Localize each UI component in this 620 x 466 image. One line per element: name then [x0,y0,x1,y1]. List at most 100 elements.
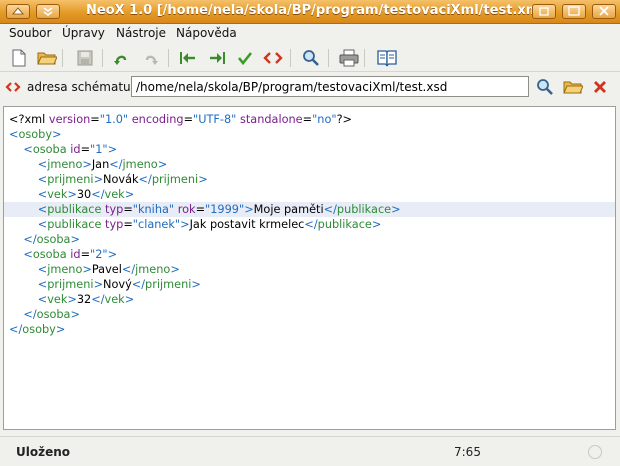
schema-path-input[interactable] [131,76,529,97]
token-br: > [93,173,104,186]
token-text: = [80,143,91,156]
token-name: jmeno [122,158,158,171]
token-text: Novák [103,173,139,186]
token-br: </ [91,188,105,201]
token-br: < [37,218,48,231]
app-window: NeoX 1.0 [/home/nela/skola/BP/program/te… [0,0,620,466]
token-val: "kniha" [132,203,175,216]
token-name: prijmeni [47,278,94,291]
token-val: "UTF-8" [193,113,237,126]
open-button[interactable] [36,47,58,69]
editor-line[interactable]: </osoba> [4,232,615,247]
editor-line[interactable]: <jmeno>Pavel</jmeno> [4,262,615,277]
editor-line[interactable]: <osoba id="1"> [4,142,615,157]
editor-line[interactable]: <prijmeni>Nový</prijmeni> [4,277,615,292]
token-br: < [37,203,48,216]
print-button[interactable] [338,47,360,69]
editor-line[interactable]: <publikace typ="clanek">Jak postavit krm… [4,217,615,232]
token-br: </ [23,308,37,321]
token-br: </ [91,293,105,306]
menu-soubor[interactable]: Soubor [9,26,51,40]
token-name: publikace [336,203,392,216]
status-bar: Uloženo 7:65 [0,436,620,466]
indent-right-button[interactable] [206,47,228,69]
token-br: </ [9,323,23,336]
maximize-button[interactable] [562,4,586,19]
redo-button[interactable] [140,47,162,69]
indent-right-icon [210,52,225,64]
token-br: < [37,188,48,201]
token-text: 30 [76,188,92,201]
menu-nastroje[interactable]: Nástroje [116,26,166,40]
xml-editor[interactable]: <?xml version="1.0" encoding="UTF-8" sta… [3,106,616,430]
minimize-button[interactable] [532,4,556,19]
token-name: osoba [36,308,71,321]
editor-line[interactable]: <?xml version="1.0" encoding="UTF-8" sta… [4,112,615,127]
undo-icon [114,55,127,65]
editor-line[interactable]: <vek>32</vek> [4,292,615,307]
schema-label: adresa schématu: [27,80,135,94]
token-text: Jak postavit krmelec [189,218,305,231]
new-file-button[interactable] [8,47,30,69]
double-chevron-icon [43,7,53,16]
token-text: = [123,218,133,231]
close-window-button[interactable] [592,4,616,19]
token-val: "clanek" [132,218,181,231]
editor-line[interactable]: <osoba id="2"> [4,247,615,262]
redo-icon [145,55,158,65]
token-name: vek [104,293,125,306]
token-attr: id [70,143,81,156]
token-br: </ [138,173,152,186]
editor-line[interactable]: <prijmeni>Novák</prijmeni> [4,172,615,187]
token-br: > [93,278,104,291]
search-icon [303,50,319,66]
editor-line[interactable]: </osoba> [4,307,615,322]
help-button[interactable] [376,47,398,69]
token-br: > [70,308,80,321]
editor-line[interactable]: <jmeno>Jan</jmeno> [4,157,615,172]
token-name: jmeno [47,158,83,171]
search-schema-icon[interactable] [536,78,554,96]
title-bar[interactable]: NeoX 1.0 [/home/nela/skola/BP/program/te… [0,0,620,24]
xml-tag-icon [263,52,283,64]
indent-left-button[interactable] [177,47,199,69]
shade-button[interactable] [36,4,60,19]
editor-line[interactable]: <vek>30</vek> [4,187,615,202]
token-br: < [23,143,33,156]
minimize-icon [539,7,549,16]
token-attr: typ [105,218,124,231]
menu-upravy[interactable]: Úpravy [62,26,105,40]
xml-tag-button[interactable] [262,47,284,69]
token-name: prijmeni [145,278,192,291]
editor-line[interactable]: <publikace typ="kniha" rok="1999">Moje p… [4,202,615,217]
help-book-icon [377,50,397,67]
token-decl: = [302,113,313,126]
token-br: < [23,248,33,261]
open-schema-folder-icon[interactable] [563,79,583,95]
menu-napoveda[interactable]: Nápověda [176,26,237,40]
undo-button[interactable] [110,47,132,69]
window-menu-button[interactable] [6,4,30,19]
token-attr: id [70,248,81,261]
token-br: < [37,173,48,186]
token-br: > [107,143,118,156]
validate-button[interactable] [234,47,256,69]
save-button[interactable] [74,47,96,69]
token-br: > [124,188,135,201]
token-text: Jan [91,158,110,171]
token-decl: = [183,113,194,126]
new-file-icon [12,49,26,67]
token-br: </ [131,278,146,291]
editor-line[interactable]: </osoby> [4,322,615,337]
editor-line[interactable]: <osoby> [4,127,615,142]
token-name: vek [47,188,68,201]
clear-schema-icon[interactable] [592,79,608,95]
search-button[interactable] [300,47,322,69]
